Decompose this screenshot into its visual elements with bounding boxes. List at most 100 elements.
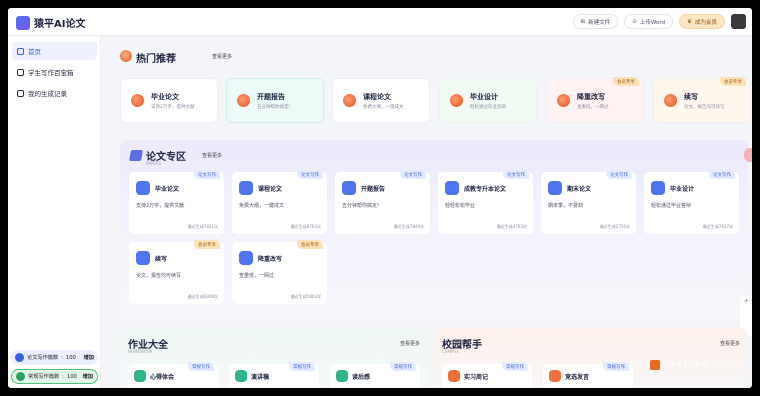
paper-card-desc: 期末季，不费劲: [548, 203, 584, 209]
paper-card-name: 降重改写: [258, 256, 283, 263]
paper-card-desc: 五分钟帮你搞定!: [342, 203, 380, 209]
homework-card[interactable]: 常规写作 心得体会: [128, 362, 218, 388]
homework-card-name: 心得体会: [150, 374, 175, 381]
homework-card[interactable]: 常规写作 读后感: [330, 362, 420, 388]
paper-card-name: 开题报告: [361, 186, 386, 193]
paper-card[interactable]: 论文写作 毕业论文 支持2万字，提供文献 最近生成7831次: [129, 170, 224, 234]
sidebar-item-history[interactable]: 我的生成记录: [12, 84, 97, 102]
paper-card-icon: [445, 181, 459, 195]
homework-card-name: 演讲稿: [251, 374, 270, 381]
regular-quota-icon: [16, 372, 25, 381]
new-file-label: 新建文件: [588, 19, 611, 26]
hot-card-icon: [131, 94, 144, 107]
paper-card-icon: [548, 181, 562, 195]
hot-card[interactable]: 毕业论文 支持2万字，提供文献: [120, 78, 218, 123]
hot-card-icon: [450, 94, 463, 107]
homework-card-icon: [336, 370, 348, 382]
add-paper-quota-button[interactable]: 增加: [84, 354, 94, 361]
campus-card[interactable]: 常规写作 竞选发言: [543, 362, 633, 388]
campus-card-icon: [549, 370, 561, 382]
app-name: 猿平AI论文: [34, 19, 86, 30]
paper-zone-subtitle: PAPERS: [146, 161, 162, 166]
avatar[interactable]: [731, 14, 746, 29]
paper-card-desc: 轻松通过毕业答辩: [651, 203, 692, 209]
homework-more-link[interactable]: 查看更多: [400, 340, 420, 347]
sidebar-item-home[interactable]: 首页: [12, 42, 97, 60]
hot-card[interactable]: 开题报告 五分钟帮你搞定!: [226, 78, 324, 123]
category-badge: 常规写作: [502, 362, 528, 371]
homework-subtitle: HOMEWORK: [128, 349, 153, 354]
logo[interactable]: 猿平AI论文: [16, 15, 85, 30]
member-badge: 会员专享: [297, 240, 323, 249]
paper-card-icon: [136, 181, 150, 195]
category-badge: 论文写作: [503, 170, 529, 179]
hot-card-desc: 五分钟帮你搞定!: [257, 105, 291, 110]
paper-card-desc: 支持2万字，提供文献: [136, 203, 185, 209]
homework-card[interactable]: 常规写作 演讲稿: [229, 362, 319, 388]
homework-section: 作业大全 HOMEWORK 查看更多 常规写作 心得体会 常规写作 演讲稿 常规…: [120, 328, 428, 388]
category-badge: 论文写作: [606, 170, 632, 179]
fire-icon: [120, 50, 132, 62]
paper-card[interactable]: 会员专享 降重改写 查重低，一网过 最近生成5803次: [232, 240, 327, 304]
main-content: 热门推荐 查看更多 毕业论文 支持2万字，提供文献 开题报告 五分钟帮你搞定! …: [104, 36, 752, 388]
hot-card[interactable]: 课程论文 免费大纲，一键成文: [332, 78, 430, 123]
campus-card-name: 竞选发言: [565, 374, 590, 381]
category-badge: 论文写作: [400, 170, 426, 179]
paper-card[interactable]: 论文写作 毕业设计 轻松通过毕业答辩 最近生成7817次: [644, 170, 739, 234]
paper-card[interactable]: 论文写作 开题报告 五分钟帮你搞定! 最近生成7849次: [335, 170, 430, 234]
add-regular-quota-button[interactable]: 增加: [83, 373, 93, 380]
campus-subtitle: CAMPUS: [442, 349, 459, 354]
member-badge: 会员专享: [194, 240, 220, 249]
overlay-text: A 9 9 I 8 8 9: [664, 361, 707, 369]
sidebar-item-label: 首页: [28, 48, 41, 56]
paper-zone-more-link[interactable]: 查看更多: [202, 152, 222, 159]
hot-card-icon: [237, 94, 250, 107]
paper-quota: 论文写作篇数: 100 增加: [11, 350, 98, 365]
hot-card[interactable]: 会员专享 降重改写 查重低，一网过: [546, 77, 644, 123]
quota-value: 100: [66, 373, 77, 380]
book-icon: [129, 150, 143, 161]
category-badge: 常规写作: [603, 362, 629, 371]
hot-card-desc: 查重低，一网过: [577, 105, 609, 110]
paper-card-icon: [239, 181, 253, 195]
new-file-button[interactable]: ⊞ 新建文件: [572, 14, 619, 29]
paper-card-count: 最近生成2750次: [599, 224, 630, 229]
campus-more-link[interactable]: 查看更多: [720, 340, 740, 347]
quota-value: 100: [65, 354, 76, 361]
float-button[interactable]: [744, 148, 752, 162]
paper-card[interactable]: 论文写作 课程论文 免费大纲，一键成文 最近生成8763次: [232, 170, 327, 234]
become-member-button[interactable]: ♛ 成为会员: [679, 14, 725, 29]
paper-card-icon: [136, 251, 150, 265]
member-badge: 会员专享: [613, 77, 639, 86]
top-bar: 猿平AI论文 ⊞ 新建文件 ⊙ 上传Word ♛ 成为会员: [8, 8, 752, 36]
overlay-notice: A 9 9 I 8 8 9: [650, 360, 706, 370]
paper-card-count: 最近生成8763次: [290, 224, 321, 229]
hot-card-desc: 轻松通过毕业答辩: [470, 105, 506, 110]
campus-card-name: 实习周记: [464, 374, 489, 381]
upload-label: 上传Word: [639, 19, 666, 26]
paper-card-icon: [239, 251, 253, 265]
hot-card[interactable]: 会员专享 续写 论文、报告均可续写: [653, 77, 751, 123]
upload-word-button[interactable]: ⊙ 上传Word: [624, 14, 674, 29]
paper-card[interactable]: 论文写作 期末论文 期末季，不费劲 最近生成2750次: [541, 170, 636, 234]
hot-card-name: 开题报告: [257, 93, 285, 101]
paper-card-name: 课程论文: [258, 186, 283, 193]
paper-card[interactable]: 会员专享 续写 论文、报告均可续写 最近生成6008次: [129, 240, 224, 304]
homework-card-name: 读后感: [352, 374, 371, 381]
history-icon: [17, 89, 24, 97]
quota-label: 论文写作篇数: [27, 355, 59, 361]
campus-card[interactable]: 常规写作 实习周记: [442, 362, 532, 388]
paper-card-desc: 免费大纲，一键成文: [239, 203, 285, 209]
paper-card[interactable]: 论文写作 成教专升本论文 轻轻松松毕业 最近生成4763次: [438, 170, 533, 234]
paper-card-count: 最近生成7817次: [702, 224, 733, 229]
hot-card-desc: 支持2万字，提供文献: [151, 105, 195, 110]
hot-more-link[interactable]: 查看更多: [212, 53, 232, 60]
logo-icon: [16, 15, 30, 30]
crown-icon: ♛: [687, 18, 692, 25]
paper-card-name: 续写: [155, 256, 168, 263]
paper-card-desc: 轻轻松松毕业: [445, 203, 476, 209]
sidebar-item-toolbox[interactable]: 学生写作百宝箱: [12, 63, 97, 81]
hot-card-icon: [343, 94, 356, 107]
paper-card-name: 毕业设计: [670, 186, 695, 193]
hot-card[interactable]: 毕业设计 轻松通过毕业答辩: [439, 78, 537, 123]
